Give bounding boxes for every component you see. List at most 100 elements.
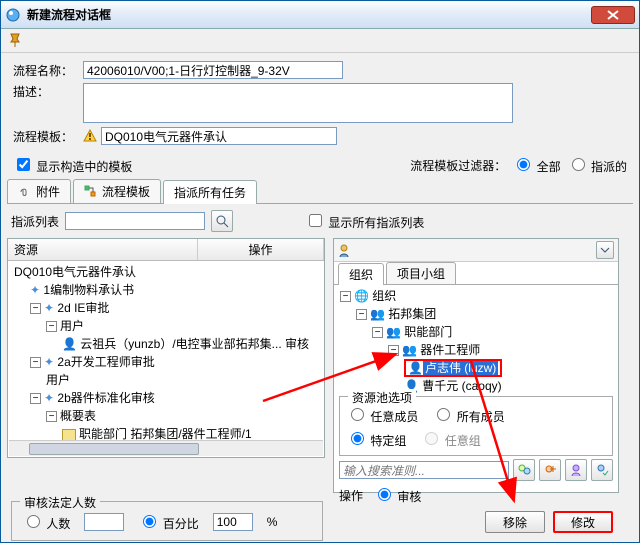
tree-item[interactable]: −用户 👤 云祖兵（yunzb）/电控事业部拓邦集... 审核 — [46, 317, 320, 353]
filter-assign-radio[interactable]: 指派的 — [567, 155, 627, 175]
paperclip-icon — [18, 185, 32, 199]
rule-btn-1[interactable] — [513, 459, 535, 481]
collapse-icon[interactable]: − — [30, 357, 41, 368]
assign-list-label: 指派列表 — [11, 213, 59, 230]
org-panel: 组织 项目小组 −🌐 组织 −👥 拓邦集团 −👥 职能部门 −👥 器件工程师 — [333, 238, 619, 493]
dropdown-button[interactable] — [596, 241, 614, 259]
star-icon: ✦ — [44, 355, 54, 369]
chevron-down-icon — [600, 245, 610, 255]
modify-button[interactable]: 修改 — [553, 511, 613, 533]
star-icon: ✦ — [44, 391, 54, 405]
left-column-headers: 资源 操作 — [8, 239, 324, 261]
tree-user[interactable]: 👤 云祖兵（yunzb）/电控事业部拓邦集... 审核 — [62, 335, 320, 353]
radio-all-members[interactable]: 所有成员 — [432, 405, 504, 425]
org-user[interactable]: 👤 曹千元 (caoqy) — [404, 377, 614, 393]
count-input[interactable] — [84, 513, 124, 531]
user-add-icon — [543, 463, 557, 477]
collapse-icon[interactable]: − — [356, 309, 367, 320]
col-operation: 操作 — [198, 239, 324, 260]
radio-count[interactable]: 人数 — [22, 512, 70, 532]
star-icon: ✦ — [44, 301, 54, 315]
filter-label: 流程模板过滤器： — [410, 157, 506, 174]
collapse-icon[interactable]: − — [46, 321, 57, 332]
process-name-input[interactable] — [83, 61, 343, 79]
tree-root[interactable]: DQ010电气元器件承认 ✦ 1编制物料承认书 −✦ 2d IE审批 −用户 👤… — [14, 263, 320, 451]
user-check-icon — [595, 463, 609, 477]
tab-org[interactable]: 组织 — [338, 263, 384, 285]
rule-btn-4[interactable] — [591, 459, 613, 481]
group-icon: 👥 — [370, 307, 385, 321]
resource-pool-group: 资源池选项 任意成员 所有成员 特定组 任意组 — [339, 396, 613, 456]
quorum-fieldset: 审核法定人数 人数 百分比 % — [11, 501, 323, 541]
org-node[interactable]: −👥 器件工程师 👤卢志伟 (luzw) 👤 曹千元 (caoqy) 👤 陈兵 … — [388, 341, 614, 393]
resource-panel: 资源 操作 DQ010电气元器件承认 ✦ 1编制物料承认书 −✦ 2d IE审批… — [7, 238, 325, 458]
assign-list-input[interactable] — [65, 212, 205, 230]
description-textarea[interactable] — [83, 83, 513, 123]
main-tabs: 附件 流程模板 指派所有任务 — [7, 179, 633, 204]
ops-label: 操作 — [339, 487, 363, 504]
tree-item[interactable]: ✦ 1编制物料承认书 — [30, 281, 320, 299]
toolbar — [1, 29, 639, 53]
desc-label: 描述： — [13, 83, 79, 100]
people-icon — [338, 242, 354, 258]
show-all-assign-check[interactable]: 显示所有指派列表 — [305, 211, 424, 231]
op-review-radio[interactable]: 审核 — [373, 485, 421, 505]
collapse-icon[interactable]: − — [388, 345, 399, 356]
collapse-icon[interactable]: − — [30, 303, 41, 314]
radio-any-member[interactable]: 任意成员 — [346, 405, 418, 425]
tab-template[interactable]: 流程模板 — [73, 179, 161, 203]
group-icon: 👥 — [386, 325, 401, 339]
tree-item[interactable]: −概要表 职能部门 拓邦集团/器件工程师/1 — [46, 407, 320, 443]
col-resource: 资源 — [8, 239, 198, 260]
right-tree[interactable]: −🌐 组织 −👥 拓邦集团 −👥 职能部门 −👥 器件工程师 👤卢志伟 (lu — [334, 285, 618, 393]
titlebar: 新建流程对话框 — [1, 1, 639, 29]
radio-percent[interactable]: 百分比 — [138, 512, 198, 532]
assign-search-button[interactable] — [211, 210, 233, 232]
rule-btn-2[interactable] — [539, 459, 561, 481]
window-title: 新建流程对话框 — [27, 6, 591, 23]
close-icon — [607, 10, 619, 20]
radio-any-group: 任意组 — [420, 429, 480, 449]
org-user-selected[interactable]: 👤卢志伟 (luzw) — [404, 359, 614, 377]
pin-icon[interactable] — [7, 32, 25, 50]
org-node[interactable]: −👥 拓邦集团 −👥 职能部门 −👥 器件工程师 👤卢志伟 (luzw) 👤 曹 — [356, 305, 614, 393]
org-node[interactable]: −👥 职能部门 −👥 器件工程师 👤卢志伟 (luzw) 👤 曹千元 (caoq… — [372, 323, 614, 393]
scrollbar-thumb[interactable] — [29, 443, 199, 455]
close-button[interactable] — [591, 6, 635, 24]
tree-item[interactable]: −✦ 2d IE审批 −用户 👤 云祖兵（yunzb）/电控事业部拓邦集... … — [30, 299, 320, 353]
radio-specific-group[interactable]: 特定组 — [346, 429, 406, 449]
group-legend: 资源池选项 — [348, 389, 416, 406]
collapse-icon[interactable]: − — [46, 411, 57, 422]
rule-btn-3[interactable] — [565, 459, 587, 481]
name-label: 流程名称： — [13, 62, 79, 79]
collapse-icon[interactable]: − — [30, 393, 41, 404]
show-construct-check[interactable]: 显示构造中的模板 — [13, 155, 132, 175]
percent-unit: % — [267, 515, 278, 529]
users-icon — [517, 463, 531, 477]
percent-input[interactable] — [213, 513, 253, 531]
filter-all-radio[interactable]: 全部 — [512, 155, 560, 175]
user-icon: 👤 — [62, 337, 77, 351]
user-icon: 👤 — [408, 361, 423, 375]
collapse-icon[interactable]: − — [372, 327, 383, 338]
flow-icon — [84, 185, 98, 199]
tab-project-group[interactable]: 项目小组 — [386, 262, 456, 284]
globe-icon: 🌐 — [354, 289, 369, 303]
template-label: 流程模板： — [13, 128, 79, 145]
template-input[interactable] — [101, 127, 337, 145]
tab-assign-all[interactable]: 指派所有任务 — [163, 180, 257, 204]
group-icon: 👥 — [402, 343, 417, 357]
tree-item[interactable]: 用户 — [46, 371, 320, 389]
tree-item[interactable]: −✦ 2a开发工程师审批 用户 — [30, 353, 320, 389]
collapse-icon[interactable]: − — [340, 291, 351, 302]
quorum-legend: 审核法定人数 — [20, 494, 100, 511]
left-tree[interactable]: DQ010电气元器件承认 ✦ 1编制物料承认书 −✦ 2d IE审批 −用户 👤… — [8, 261, 324, 451]
star-icon: ✦ — [30, 283, 40, 297]
remove-button[interactable]: 移除 — [485, 511, 545, 533]
search-icon — [215, 214, 229, 228]
tab-attach[interactable]: 附件 — [7, 179, 71, 203]
horizontal-scrollbar[interactable] — [9, 440, 323, 456]
org-root[interactable]: −🌐 组织 −👥 拓邦集团 −👥 职能部门 −👥 器件工程师 👤卢志伟 (lu — [340, 287, 614, 393]
search-rule-input[interactable] — [339, 461, 509, 479]
warning-icon — [83, 129, 97, 143]
